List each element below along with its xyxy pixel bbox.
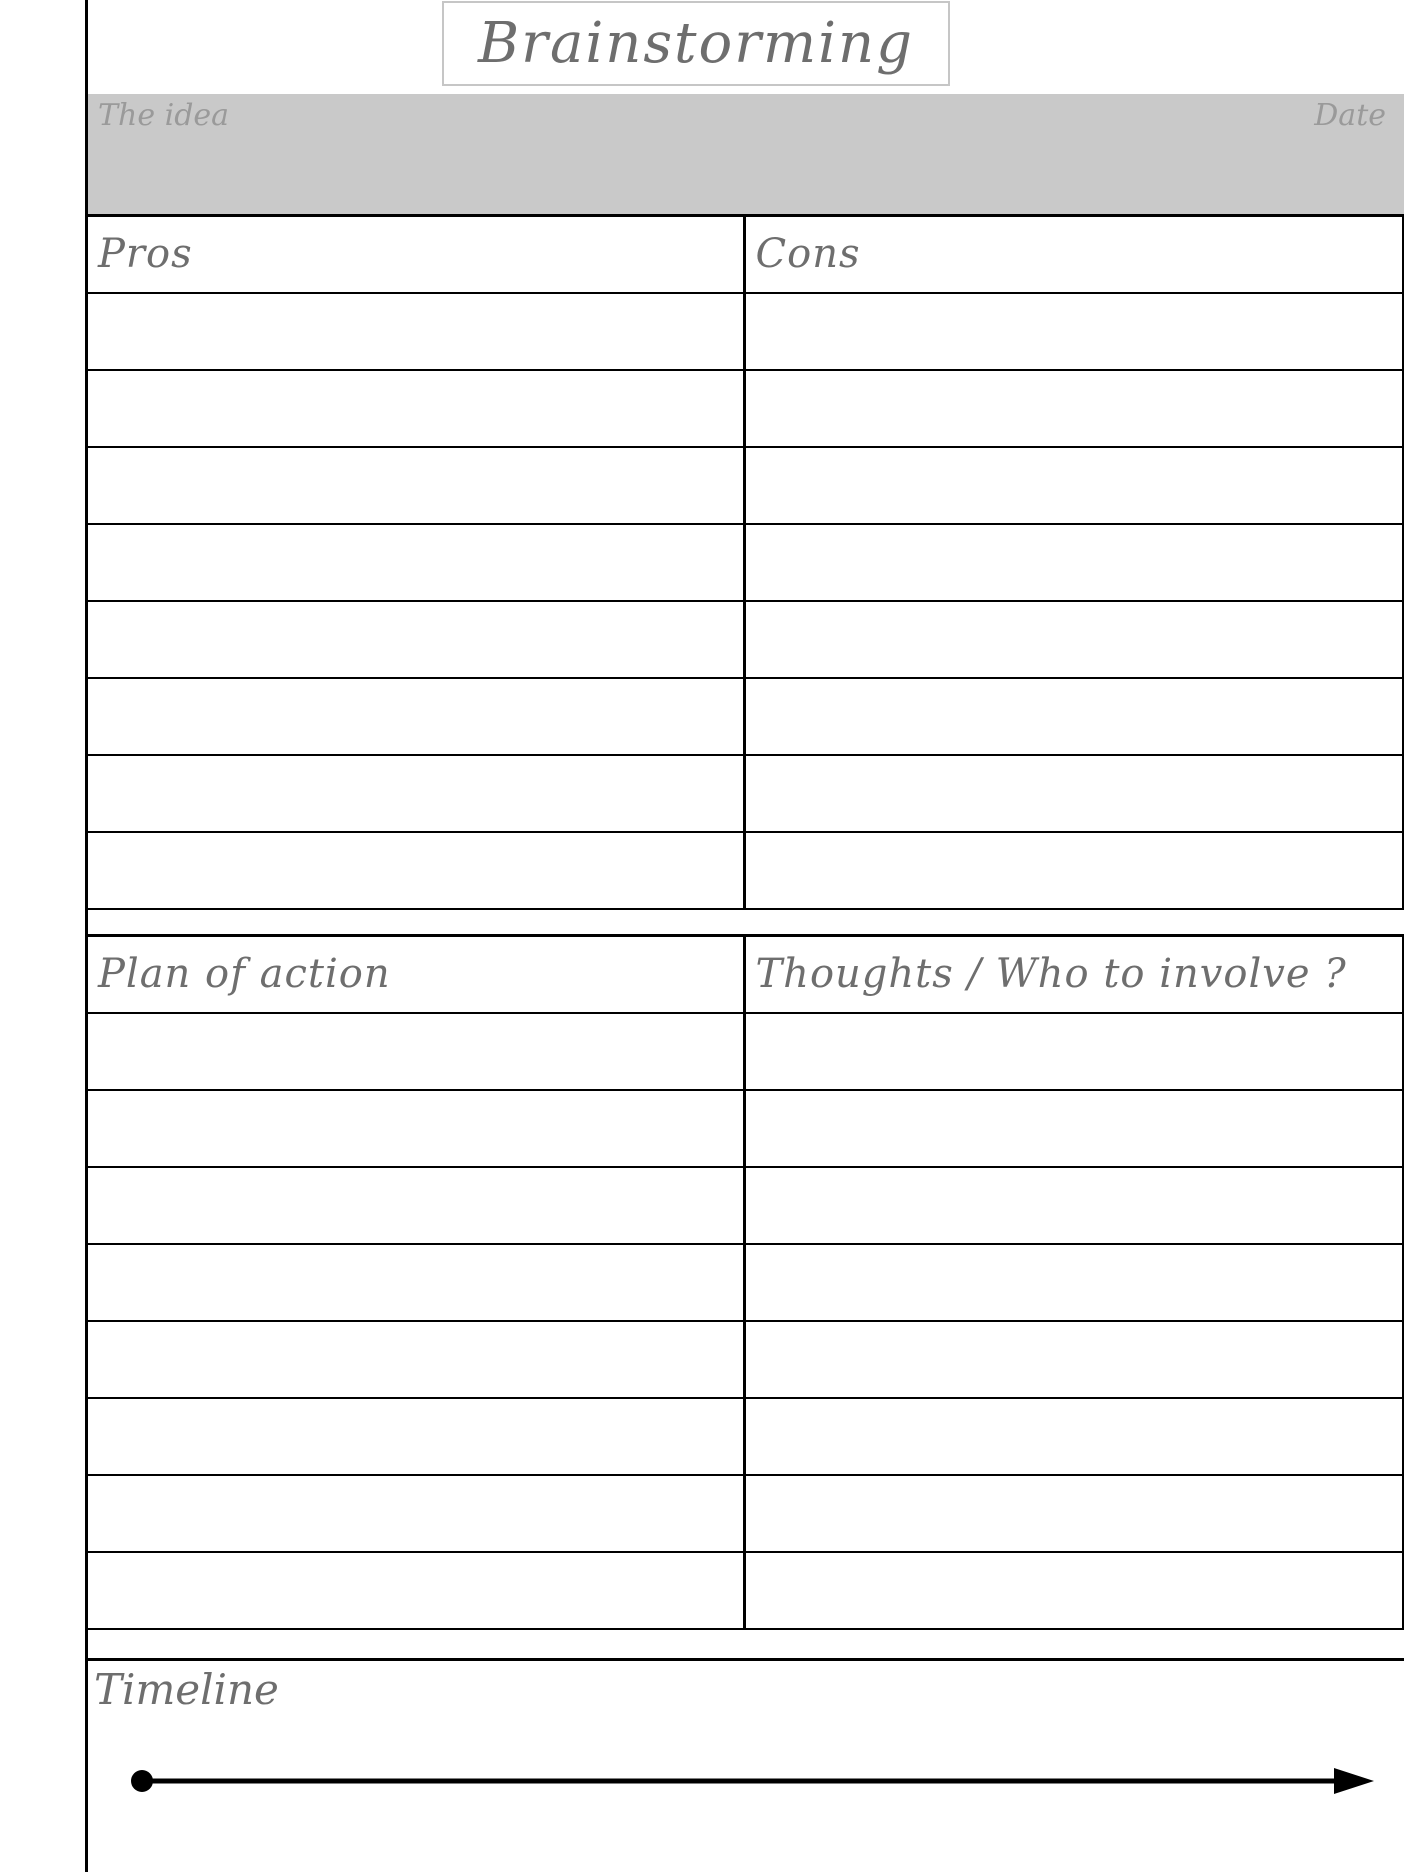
date-label: Date bbox=[1314, 98, 1386, 133]
idea-field[interactable]: The idea Date bbox=[88, 94, 1404, 214]
table-row bbox=[86, 830, 1404, 910]
thoughts-line[interactable] bbox=[742, 1242, 1404, 1322]
thoughts-line[interactable] bbox=[742, 1396, 1404, 1476]
table-row bbox=[86, 291, 1404, 371]
thoughts-label: Thoughts / Who to involve ? bbox=[755, 951, 1347, 998]
table-row bbox=[86, 753, 1404, 833]
table-row bbox=[86, 676, 1404, 756]
plan-line[interactable] bbox=[86, 1396, 745, 1476]
cons-line[interactable] bbox=[742, 599, 1404, 679]
thoughts-line[interactable] bbox=[742, 1319, 1404, 1399]
thoughts-line[interactable] bbox=[742, 1550, 1404, 1630]
pros-line[interactable] bbox=[86, 830, 745, 910]
cons-line[interactable] bbox=[742, 291, 1404, 371]
table-row bbox=[86, 1550, 1404, 1630]
plan-line[interactable] bbox=[86, 1473, 745, 1553]
pros-cons-table: Pros Cons bbox=[86, 214, 1404, 910]
table-row bbox=[86, 1165, 1404, 1245]
pros-line[interactable] bbox=[86, 445, 745, 525]
cons-line[interactable] bbox=[742, 522, 1404, 602]
plan-line[interactable] bbox=[86, 1319, 745, 1399]
plan-line[interactable] bbox=[86, 1165, 745, 1245]
plan-line[interactable] bbox=[86, 1550, 745, 1630]
table-row bbox=[86, 599, 1404, 679]
table-row bbox=[86, 1319, 1404, 1399]
table-row bbox=[86, 445, 1404, 525]
plan-label: Plan of action bbox=[98, 951, 391, 998]
table-row bbox=[86, 522, 1404, 602]
thoughts-line[interactable] bbox=[742, 1088, 1404, 1168]
table-row bbox=[86, 1011, 1404, 1091]
pros-line[interactable] bbox=[86, 291, 745, 371]
cons-line[interactable] bbox=[742, 830, 1404, 910]
thoughts-line[interactable] bbox=[742, 1011, 1404, 1091]
pros-line[interactable] bbox=[86, 368, 745, 448]
idea-label: The idea bbox=[98, 98, 230, 133]
thoughts-line[interactable] bbox=[742, 1473, 1404, 1553]
table-row bbox=[86, 1473, 1404, 1553]
arrow-head-icon bbox=[1334, 1768, 1374, 1794]
pros-label: Pros bbox=[98, 231, 193, 278]
plan-thoughts-table: Plan of action Thoughts / Who to involve… bbox=[86, 934, 1404, 1630]
timeline-label: Timeline bbox=[94, 1665, 279, 1714]
pros-line[interactable] bbox=[86, 599, 745, 679]
cons-label: Cons bbox=[755, 231, 861, 278]
table-row bbox=[86, 1088, 1404, 1168]
table-header-row: Plan of action Thoughts / Who to involve… bbox=[86, 934, 1404, 1014]
cons-line[interactable] bbox=[742, 445, 1404, 525]
title-box: Brainstorming bbox=[442, 1, 950, 86]
timeline-section: Timeline bbox=[86, 1658, 1404, 1875]
plan-line[interactable] bbox=[86, 1242, 745, 1322]
cons-line[interactable] bbox=[742, 753, 1404, 833]
thoughts-line[interactable] bbox=[742, 1165, 1404, 1245]
pros-line[interactable] bbox=[86, 753, 745, 833]
pros-header: Pros bbox=[86, 214, 745, 294]
cons-header: Cons bbox=[742, 214, 1404, 294]
table-row bbox=[86, 1242, 1404, 1322]
thoughts-header: Thoughts / Who to involve ? bbox=[742, 934, 1404, 1014]
page-title: Brainstorming bbox=[478, 11, 914, 76]
cons-line[interactable] bbox=[742, 368, 1404, 448]
timeline-arrow bbox=[131, 1768, 1374, 1794]
cons-line[interactable] bbox=[742, 676, 1404, 756]
table-row bbox=[86, 1396, 1404, 1476]
plan-line[interactable] bbox=[86, 1011, 745, 1091]
plan-header: Plan of action bbox=[86, 934, 745, 1014]
pros-line[interactable] bbox=[86, 676, 745, 756]
pros-line[interactable] bbox=[86, 522, 745, 602]
table-row bbox=[86, 368, 1404, 448]
plan-line[interactable] bbox=[86, 1088, 745, 1168]
table-header-row: Pros Cons bbox=[86, 214, 1404, 294]
